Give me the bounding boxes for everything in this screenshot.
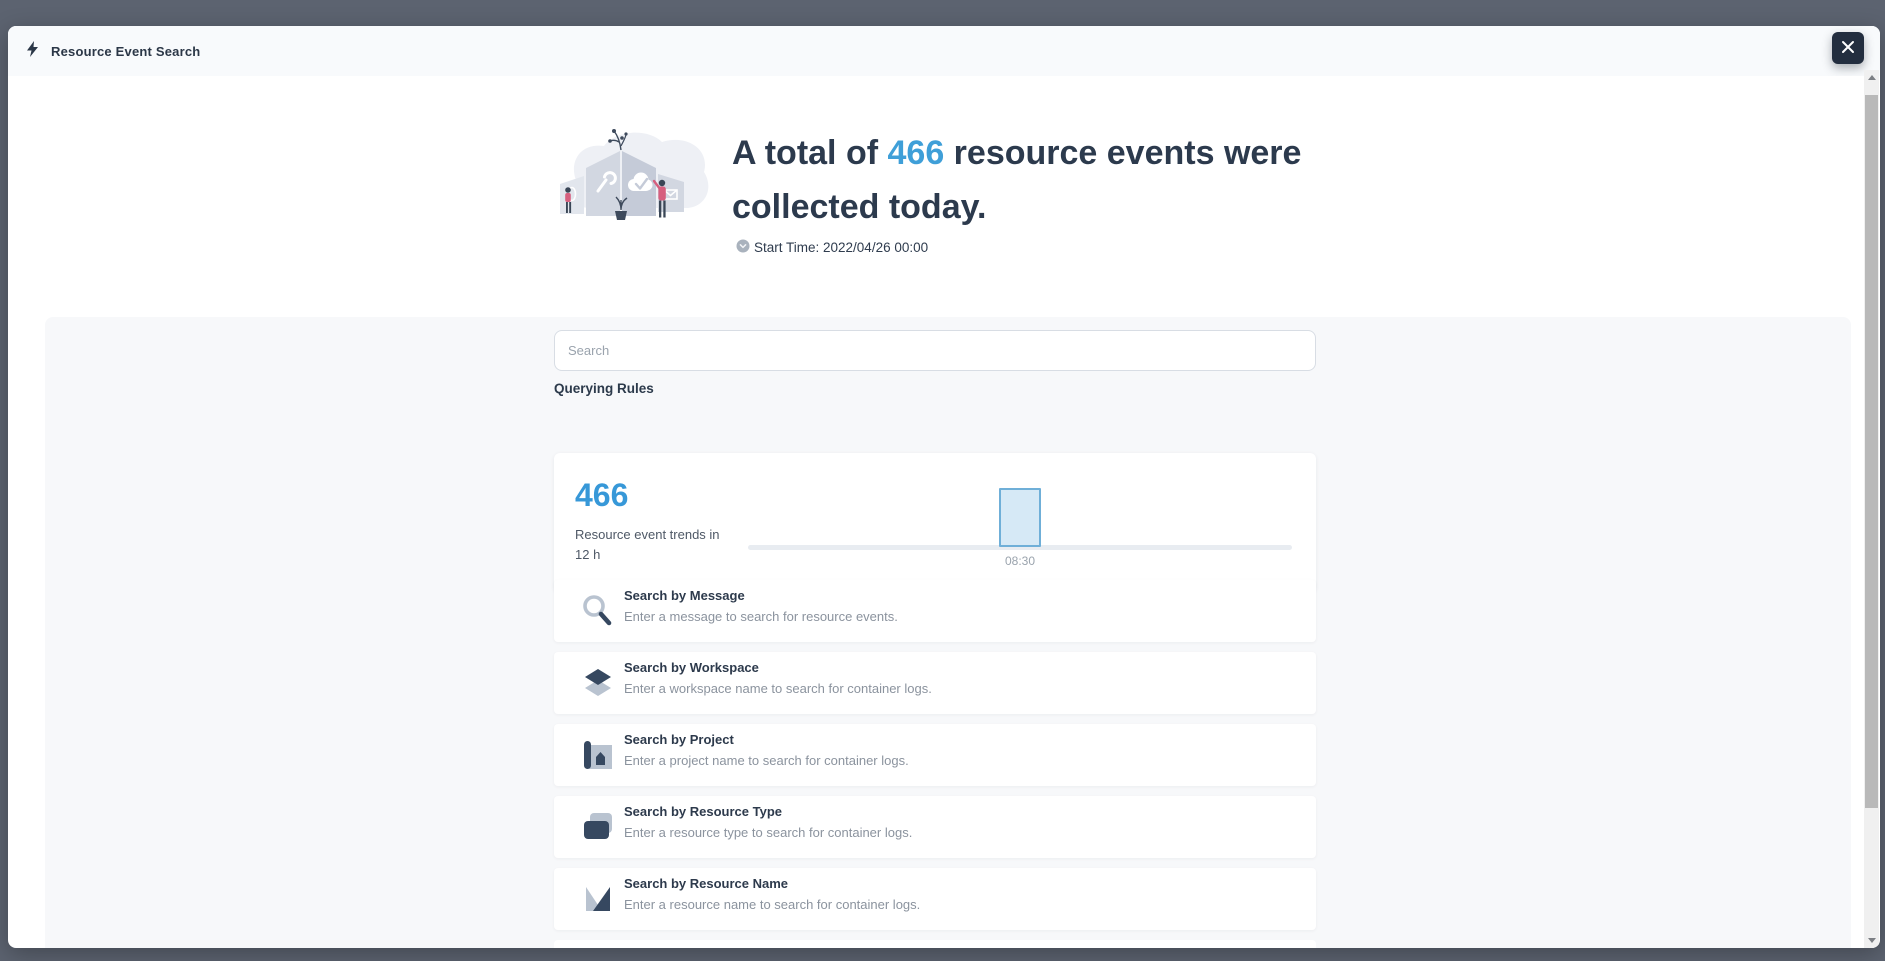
workspace-layers-icon xyxy=(580,665,616,701)
lightning-icon xyxy=(27,41,39,62)
rule-item-message[interactable]: Search by Message Enter a message to sea… xyxy=(554,580,1316,642)
close-icon xyxy=(1841,40,1855,57)
scroll-up-arrow[interactable] xyxy=(1864,70,1879,85)
resource-type-icon xyxy=(580,809,616,845)
close-button[interactable] xyxy=(1832,32,1864,64)
rule-description: Enter a message to search for resource e… xyxy=(624,609,898,624)
headline-prefix: A total of xyxy=(732,134,888,172)
summary-card: 466 Resource event trends in 12 h 08:30 xyxy=(554,453,1316,592)
rule-title: Search by Workspace xyxy=(624,660,759,675)
chart-tick-label: 08:30 xyxy=(959,554,1081,568)
start-time: Start Time: 2022/04/26 00:00 xyxy=(736,238,928,256)
start-time-label: Start Time: 2022/04/26 00:00 xyxy=(754,240,928,255)
chart-bar-0830[interactable] xyxy=(999,488,1041,547)
project-map-icon xyxy=(580,737,616,773)
rule-item-resource-name[interactable]: Search by Resource Name Enter a resource… xyxy=(554,868,1316,930)
magnifier-icon xyxy=(580,593,616,629)
dialog-title: Resource Event Search xyxy=(51,44,200,59)
hero-section: A total of 466 resource events were colle… xyxy=(8,76,1880,317)
content-panel: Querying Rules 466 Resource event trends… xyxy=(45,317,1851,948)
headline-suffix: resource events were xyxy=(944,134,1301,172)
rule-description: Enter a resource type to search for cont… xyxy=(624,825,912,840)
page-title: A total of 466 resource events were colle… xyxy=(732,126,1372,234)
rule-item-resource-type[interactable]: Search by Resource Type Enter a resource… xyxy=(554,796,1316,858)
event-trend-chart: 08:30 xyxy=(554,453,1316,592)
search-input[interactable] xyxy=(554,330,1316,371)
rule-title: Search by Resource Name xyxy=(624,876,788,891)
rule-description: Enter a resource name to search for cont… xyxy=(624,897,920,912)
resource-name-icon xyxy=(580,881,616,917)
rule-description: Enter a project name to search for conta… xyxy=(624,753,909,768)
scrollbar-thumb[interactable] xyxy=(1865,95,1878,808)
headline-line2: collected today. xyxy=(732,180,1372,234)
resource-event-search-dialog: Resource Event Search xyxy=(8,26,1880,948)
rule-title: Search by Project xyxy=(624,732,734,747)
headline-count: 466 xyxy=(888,134,945,172)
rule-item-workspace[interactable]: Search by Workspace Enter a workspace na… xyxy=(554,652,1316,714)
section-label: Querying Rules xyxy=(554,381,654,396)
hero-illustration xyxy=(558,126,718,235)
scroll-down-arrow[interactable] xyxy=(1864,933,1879,948)
rule-title: Search by Message xyxy=(624,588,745,603)
scrollbar[interactable] xyxy=(1864,70,1879,948)
rule-title: Search by Resource Type xyxy=(624,804,782,819)
rule-description: Enter a workspace name to search for con… xyxy=(624,681,932,696)
dialog-header: Resource Event Search xyxy=(8,26,1880,76)
rule-item-partial xyxy=(554,940,1316,948)
backdrop: Resource Event Search xyxy=(0,0,1885,961)
time-badge-icon xyxy=(736,239,750,256)
rule-item-project[interactable]: Search by Project Enter a project name t… xyxy=(554,724,1316,786)
